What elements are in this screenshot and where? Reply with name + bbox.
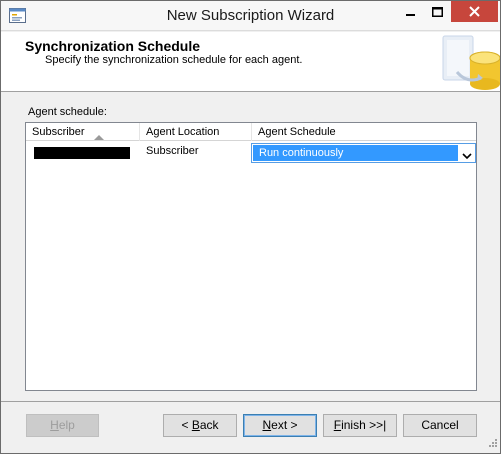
- column-header-label: Agent Schedule: [258, 126, 336, 138]
- agent-schedule-selected-value: Run continuously: [253, 145, 458, 161]
- footer-separator: [1, 401, 500, 402]
- close-icon: [469, 6, 480, 17]
- column-header-agent-location[interactable]: Agent Location: [140, 123, 252, 141]
- agent-location-cell: Subscriber: [146, 145, 199, 157]
- cancel-label: Cancel: [421, 418, 459, 432]
- column-header-label: Subscriber: [32, 126, 85, 138]
- column-header-agent-schedule[interactable]: Agent Schedule: [252, 123, 476, 141]
- database-sync-icon: [437, 32, 500, 92]
- cancel-button[interactable]: Cancel: [403, 414, 477, 437]
- minimize-icon: [406, 7, 416, 17]
- agent-schedule-dropdown[interactable]: Run continuously: [251, 143, 476, 163]
- resize-grip-icon[interactable]: [488, 437, 498, 451]
- subscriber-cell-redacted: [34, 147, 130, 159]
- page-subtitle: Specify the synchronization schedule for…: [45, 54, 303, 66]
- chevron-down-icon[interactable]: [462, 149, 472, 163]
- back-label-pre: <: [181, 418, 192, 432]
- agent-schedule-grid[interactable]: Subscriber Agent Location Agent Schedule…: [25, 122, 477, 391]
- minimize-button[interactable]: [398, 1, 424, 22]
- page-title: Synchronization Schedule: [25, 38, 201, 54]
- help-button[interactable]: Help: [26, 414, 99, 437]
- next-label-post: ext >: [271, 418, 298, 432]
- next-label-key: N: [262, 418, 272, 432]
- wizard-window: New Subscription Wizard Synchronization …: [0, 0, 501, 454]
- grid-header: Subscriber Agent Location Agent Schedule: [26, 123, 476, 141]
- wizard-header: Synchronization Schedule Specify the syn…: [1, 32, 500, 92]
- finish-label-post: inish >>|: [341, 418, 387, 432]
- maximize-button[interactable]: [424, 1, 450, 22]
- back-button[interactable]: < Back: [163, 414, 237, 437]
- column-header-subscriber[interactable]: Subscriber: [26, 123, 140, 141]
- next-button[interactable]: Next >: [243, 414, 317, 437]
- title-bar[interactable]: New Subscription Wizard: [1, 1, 500, 31]
- back-label-post: ack: [199, 418, 219, 432]
- agent-schedule-label: Agent schedule:: [28, 106, 107, 118]
- help-label-key: H: [50, 418, 59, 432]
- close-button[interactable]: [451, 1, 498, 22]
- back-label-key: B: [191, 418, 200, 432]
- table-row[interactable]: Subscriber Run continuously: [26, 142, 476, 164]
- column-header-label: Agent Location: [146, 126, 220, 138]
- help-label-post: elp: [58, 418, 75, 432]
- finish-label-key: F: [333, 418, 342, 432]
- maximize-icon: [431, 6, 443, 17]
- finish-button[interactable]: Finish >>|: [323, 414, 397, 437]
